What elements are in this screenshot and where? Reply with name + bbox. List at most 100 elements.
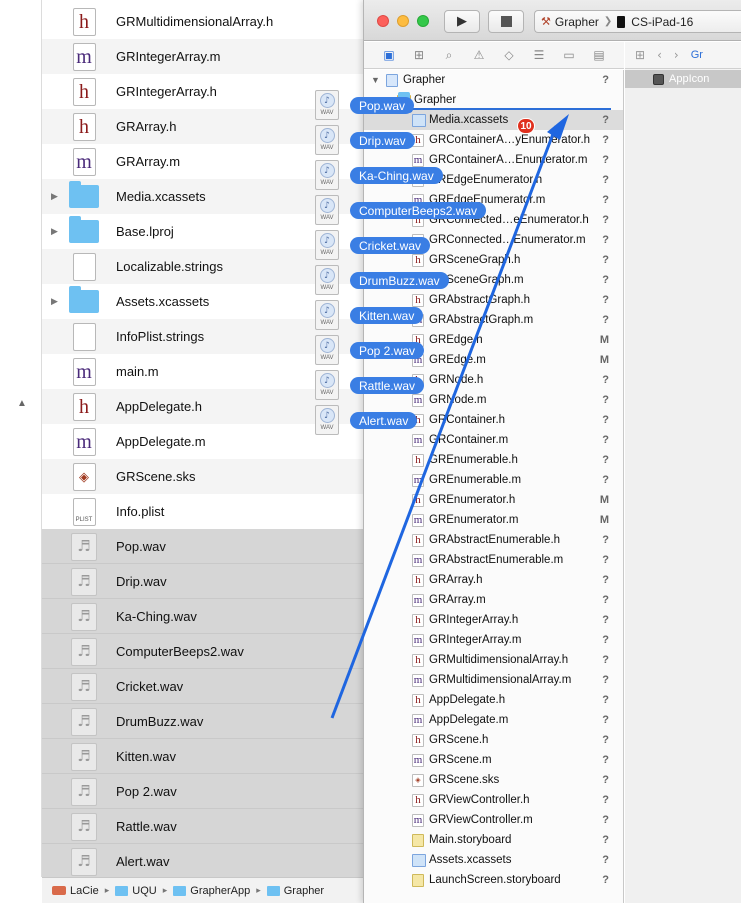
audio-file-icon: ♬ bbox=[71, 707, 97, 736]
finder-row-name: Pop 2.wav bbox=[116, 783, 177, 799]
navigator-row[interactable]: m GRIntegerArray.m? bbox=[364, 630, 623, 650]
finder-row[interactable]: ♬ Kitten.wav bbox=[42, 739, 370, 774]
navigator-row[interactable]: ▼ Grapher? bbox=[364, 70, 623, 90]
app-scheme-icon: ⚒ bbox=[541, 15, 551, 28]
finder-row[interactable]: ♬ Pop.wav bbox=[42, 529, 370, 564]
scheme-selector[interactable]: ⚒ Grapher ❯ CS-iPad-16 bbox=[534, 10, 741, 33]
navigator-row[interactable]: m GRArray.m? bbox=[364, 590, 623, 610]
path-segment[interactable]: GrapherApp bbox=[173, 885, 250, 897]
file-icon bbox=[69, 322, 99, 351]
music-note-icon: ♪ bbox=[319, 198, 335, 213]
symbol-navigator-icon[interactable]: ⊞ bbox=[410, 47, 428, 63]
navigator-row[interactable]: Assets.xcassets? bbox=[364, 850, 623, 870]
finder-row[interactable]: ♬ Pop 2.wav bbox=[42, 774, 370, 809]
finder-row-name: main.m bbox=[116, 364, 159, 379]
audio-file-icon: ♬ bbox=[71, 847, 97, 876]
finder-row[interactable]: ♬ Cricket.wav bbox=[42, 669, 370, 704]
finder-row-name: GRArray.m bbox=[116, 154, 181, 169]
disclosure-triangle-icon[interactable]: ▶ bbox=[51, 191, 58, 202]
asset-item-appicon[interactable]: AppIcon bbox=[625, 70, 741, 88]
finder-row[interactable]: ♬ Alert.wav bbox=[42, 844, 370, 877]
close-window-button[interactable] bbox=[377, 15, 389, 27]
zoom-window-button[interactable] bbox=[417, 15, 429, 27]
dragged-item-label: DrumBuzz.wav bbox=[350, 272, 449, 289]
music-note-icon: ♪ bbox=[319, 163, 335, 178]
navigator-row[interactable]: m GRAbstractEnumerable.m? bbox=[364, 550, 623, 570]
finder-row[interactable]: ◈ GRScene.sks bbox=[42, 459, 370, 494]
navigator-row[interactable]: m GRScene.m? bbox=[364, 750, 623, 770]
navigator-row[interactable]: h AppDelegate.h? bbox=[364, 690, 623, 710]
related-items-grid-icon[interactable]: ⊞ bbox=[635, 48, 645, 62]
navigator-row[interactable]: h GRArray.h? bbox=[364, 570, 623, 590]
finder-row[interactable]: ♬ Drip.wav bbox=[42, 564, 370, 599]
report-navigator-speech-icon[interactable]: ▤ bbox=[590, 47, 608, 63]
audio-file-icon: ♬ bbox=[71, 742, 97, 771]
finder-row[interactable]: ♬ Ka-Ching.wav bbox=[42, 599, 370, 634]
wav-icon-label: WAV bbox=[320, 110, 334, 116]
navigator-row[interactable]: h GRScene.h? bbox=[364, 730, 623, 750]
finder-row[interactable]: ♬ DrumBuzz.wav bbox=[42, 704, 370, 739]
file-icon bbox=[69, 252, 99, 281]
h-file-icon: h bbox=[72, 7, 96, 36]
finder-row[interactable]: ♬ ComputerBeeps2.wav bbox=[42, 634, 370, 669]
disclosure-triangle-icon[interactable]: ▶ bbox=[51, 296, 58, 307]
finder-row-name: Media.xcassets bbox=[116, 189, 206, 204]
find-navigator-search-icon[interactable]: ⌕ bbox=[440, 47, 458, 63]
navigator-row[interactable]: h GRMultidimensionalArray.h? bbox=[364, 650, 623, 670]
navigator-row[interactable]: m GRContainer.m? bbox=[364, 430, 623, 450]
navigator-row[interactable]: h GRAbstractEnumerable.h? bbox=[364, 530, 623, 550]
navigator-row-label: GREdgeEnumerator.h bbox=[429, 174, 543, 186]
finder-row[interactable]: PLIST Info.plist bbox=[42, 494, 370, 529]
source-control-status: M bbox=[599, 494, 609, 506]
navigator-row-label: GRIntegerArray.h bbox=[429, 614, 519, 626]
test-navigator-diamond-icon[interactable]: ◇ bbox=[500, 47, 518, 63]
navigator-row[interactable]: m GRMultidimensionalArray.m? bbox=[364, 670, 623, 690]
navigator-row-label: GREdge.h bbox=[429, 334, 483, 346]
path-segment[interactable]: Grapher bbox=[266, 885, 324, 897]
finder-row[interactable]: ♬ Rattle.wav bbox=[42, 809, 370, 844]
minimize-window-button[interactable] bbox=[397, 15, 409, 27]
wav-icon-label: WAV bbox=[320, 215, 334, 221]
m-file-icon: m bbox=[412, 553, 424, 567]
navigator-row-label: GREdge.m bbox=[429, 354, 486, 366]
navigator-row[interactable]: h GREnumerator.h M bbox=[364, 490, 623, 510]
music-note-icon: ♪ bbox=[319, 128, 335, 143]
back-chevron-icon[interactable]: ‹ bbox=[657, 48, 662, 62]
disclosure-triangle-icon[interactable]: ▶ bbox=[51, 226, 58, 237]
finder-row-name: Alert.wav bbox=[116, 853, 170, 869]
stop-button[interactable] bbox=[488, 10, 524, 33]
source-control-status: ? bbox=[602, 734, 609, 746]
music-note-icon: ♪ bbox=[319, 233, 335, 248]
navigator-row[interactable]: m GREnumerable.m? bbox=[364, 470, 623, 490]
finder-row[interactable]: m GRIntegerArray.m bbox=[42, 39, 370, 74]
forward-chevron-icon[interactable]: › bbox=[674, 48, 679, 62]
eject-arrow-icon[interactable]: ▲ bbox=[17, 398, 27, 409]
jump-bar-path[interactable]: Gr bbox=[691, 49, 703, 61]
wav-icon-label: WAV bbox=[320, 180, 334, 186]
path-segment[interactable]: UQU bbox=[115, 885, 157, 897]
disclosure-triangle-icon[interactable]: ▼ bbox=[371, 75, 380, 85]
finder-row-name: Cricket.wav bbox=[116, 678, 184, 694]
navigator-row[interactable]: h GRIntegerArray.h? bbox=[364, 610, 623, 630]
file-icon: ♬ bbox=[69, 707, 99, 736]
navigator-row-label: Grapher bbox=[403, 74, 446, 86]
navigator-row[interactable]: m GRViewController.m? bbox=[364, 810, 623, 830]
source-control-status: ? bbox=[602, 794, 609, 806]
navigator-row[interactable]: ◈ GRScene.sks? bbox=[364, 770, 623, 790]
debug-navigator-icon[interactable]: ☰ bbox=[530, 47, 548, 63]
h-file-icon: h bbox=[412, 453, 424, 467]
navigator-row[interactable]: Main.storyboard? bbox=[364, 830, 623, 850]
project-navigator-folder-icon[interactable]: ▣ bbox=[380, 47, 398, 63]
music-note-icon: ♪ bbox=[319, 93, 335, 108]
path-segment[interactable]: LaCie bbox=[52, 885, 99, 897]
navigator-row[interactable]: LaunchScreen.storyboard? bbox=[364, 870, 623, 890]
finder-row[interactable]: h GRMultidimensionalArray.h bbox=[42, 4, 370, 39]
navigator-row[interactable]: m GREnumerator.m M bbox=[364, 510, 623, 530]
issue-navigator-warning-icon[interactable]: ⚠ bbox=[470, 47, 488, 63]
navigator-row[interactable]: m AppDelegate.m? bbox=[364, 710, 623, 730]
navigator-row[interactable]: h GRViewController.h? bbox=[364, 790, 623, 810]
run-button[interactable]: ▶ bbox=[444, 10, 480, 33]
breakpoint-navigator-icon[interactable]: ▭ bbox=[560, 47, 578, 63]
navigator-row-label: GRSceneGraph.h bbox=[429, 254, 521, 266]
navigator-row[interactable]: h GREnumerable.h? bbox=[364, 450, 623, 470]
